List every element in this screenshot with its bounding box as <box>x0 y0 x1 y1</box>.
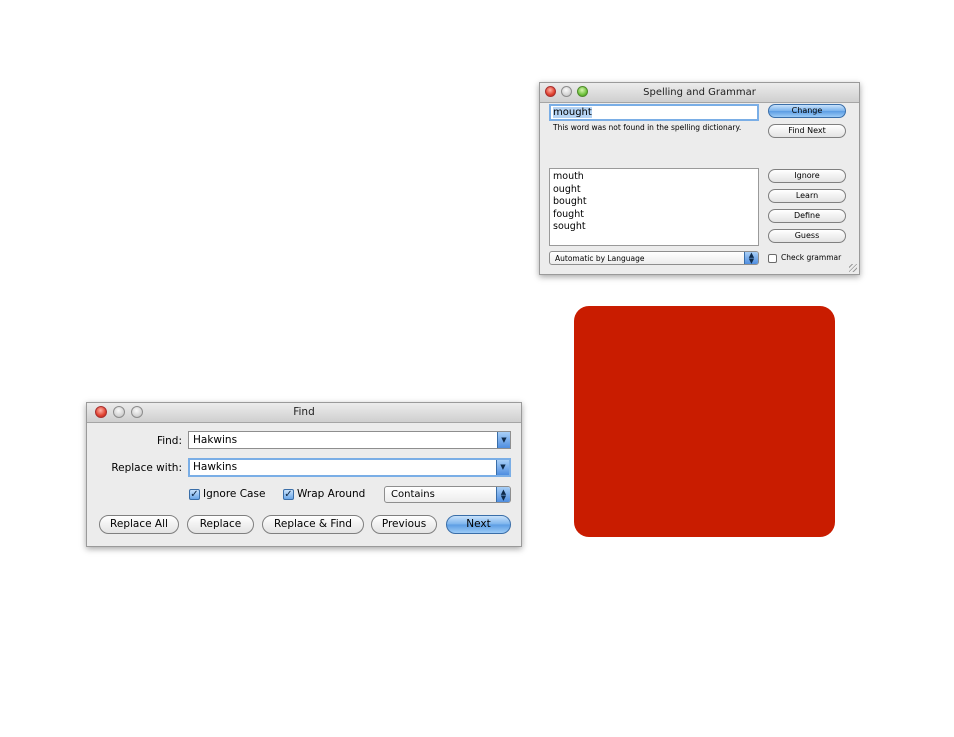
find-value: Hakwins <box>193 434 238 446</box>
find-window: Find Find: Hakwins ▼ Replace with: Hawki… <box>86 402 522 547</box>
minimize-icon[interactable] <box>113 406 125 418</box>
zoom-icon[interactable] <box>577 86 588 97</box>
misspelled-word-field[interactable]: mought <box>549 104 759 121</box>
find-next-button[interactable]: Find Next <box>768 124 846 138</box>
guess-button[interactable]: Guess <box>768 229 846 243</box>
ignore-button[interactable]: Ignore <box>768 169 846 183</box>
check-grammar-checkbox[interactable] <box>768 254 777 263</box>
previous-button[interactable]: Previous <box>371 515 437 534</box>
replace-combo[interactable]: Hawkins ▼ <box>188 458 511 477</box>
replace-value: Hawkins <box>193 461 238 473</box>
window-controls <box>95 406 143 418</box>
updown-arrow-icon: ▲ ▼ <box>496 487 510 502</box>
match-mode-popup[interactable]: Contains ▲ ▼ <box>384 486 511 503</box>
ignore-case-label: Ignore Case <box>203 488 266 500</box>
replace-button[interactable]: Replace <box>187 515 254 534</box>
spelling-grammar-window: Spelling and Grammar mought This word wa… <box>539 82 860 275</box>
find-title-bar[interactable]: Find <box>87 403 521 423</box>
updown-arrow-icon: ▲ ▼ <box>744 252 758 265</box>
ignore-case-checkbox[interactable]: ✓ <box>189 489 200 500</box>
close-icon[interactable] <box>545 86 556 97</box>
language-value: Automatic by Language <box>555 254 645 263</box>
check-grammar-label: Check grammar <box>781 253 842 262</box>
list-item[interactable]: ought <box>553 184 755 197</box>
zoom-icon[interactable] <box>131 406 143 418</box>
replace-label: Replace with: <box>111 462 182 474</box>
list-item[interactable]: mouth <box>553 171 755 184</box>
match-mode-value: Contains <box>391 489 435 500</box>
wrap-around-label: Wrap Around <box>297 488 366 500</box>
language-popup[interactable]: Automatic by Language ▲ ▼ <box>549 251 759 265</box>
minimize-icon[interactable] <box>561 86 572 97</box>
wrap-around-checkbox[interactable]: ✓ <box>283 489 294 500</box>
replace-all-button[interactable]: Replace All <box>99 515 179 534</box>
spelling-window-title: Spelling and Grammar <box>643 87 756 98</box>
find-combo[interactable]: Hakwins ▼ <box>188 431 511 449</box>
window-controls <box>545 86 588 97</box>
next-button[interactable]: Next <box>446 515 511 534</box>
find-window-title: Find <box>293 406 315 418</box>
list-item[interactable]: bought <box>553 196 755 209</box>
replace-and-find-button[interactable]: Replace & Find <box>262 515 364 534</box>
change-button[interactable]: Change <box>768 104 846 118</box>
list-item[interactable]: fought <box>553 209 755 222</box>
suggestions-list[interactable]: mouth ought bought fought sought <box>549 168 759 246</box>
red-panel <box>574 306 835 537</box>
chevron-down-icon[interactable]: ▼ <box>496 460 509 475</box>
resize-grip-icon[interactable] <box>849 264 857 272</box>
define-button[interactable]: Define <box>768 209 846 223</box>
chevron-down-icon[interactable]: ▼ <box>497 432 510 448</box>
misspelled-word-text: mought <box>553 107 592 118</box>
list-item[interactable]: sought <box>553 221 755 234</box>
spelling-title-bar[interactable]: Spelling and Grammar <box>540 83 859 103</box>
learn-button[interactable]: Learn <box>768 189 846 203</box>
not-found-message: This word was not found in the spelling … <box>553 123 742 132</box>
find-label: Find: <box>156 435 182 447</box>
close-icon[interactable] <box>95 406 107 418</box>
